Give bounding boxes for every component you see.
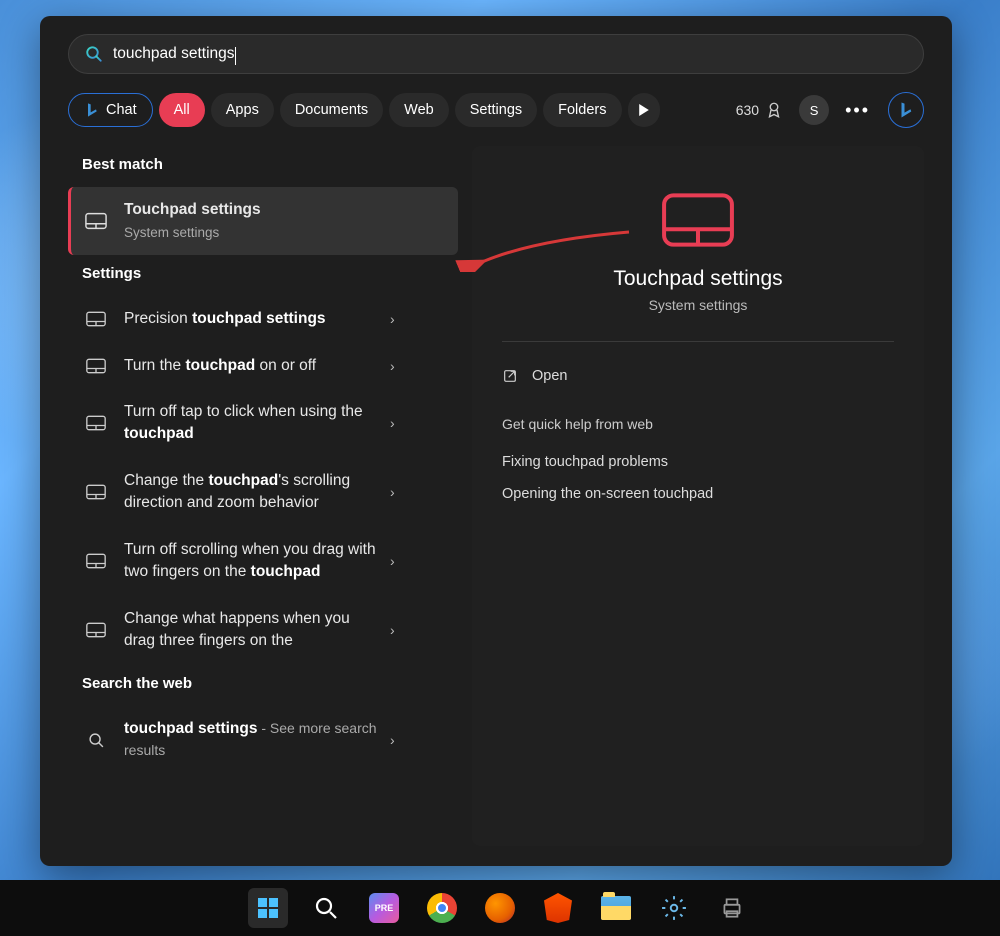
chevron-right-icon: › (390, 622, 395, 638)
bing-chat-icon (84, 102, 100, 118)
filter-chat[interactable]: Chat (68, 93, 153, 127)
preview-title: Touchpad settings (502, 267, 894, 291)
chevron-right-icon: › (390, 415, 395, 431)
help-link-onscreen[interactable]: Opening the on-screen touchpad (502, 478, 894, 510)
chevron-right-icon: › (390, 311, 395, 327)
more-options[interactable]: ••• (845, 100, 870, 121)
taskbar-search[interactable] (306, 888, 346, 928)
help-header: Get quick help from web (502, 416, 894, 432)
settings-result-5[interactable]: Change what happens when you drag three … (68, 596, 458, 665)
open-action[interactable]: Open (502, 364, 894, 388)
taskbar: PRE (0, 880, 1000, 936)
search-icon (85, 45, 103, 63)
taskbar-start[interactable] (248, 888, 288, 928)
taskbar-settings-app[interactable] (654, 888, 694, 928)
search-input[interactable]: touchpad settings (68, 34, 924, 74)
taskbar-explorer[interactable] (596, 888, 636, 928)
chevron-right-icon: › (390, 484, 395, 500)
printer-icon (719, 895, 745, 921)
taskbar-firefox[interactable] (480, 888, 520, 928)
chevron-right-icon: › (390, 732, 395, 748)
filter-all[interactable]: All (159, 93, 205, 127)
filter-folders[interactable]: Folders (543, 93, 621, 127)
search-taskbar-icon (314, 896, 338, 920)
search-query-text: touchpad settings (113, 45, 235, 63)
taskbar-printer[interactable] (712, 888, 752, 928)
windows-icon (256, 896, 280, 920)
user-avatar[interactable]: S (799, 95, 829, 125)
preview-subtitle: System settings (502, 297, 894, 313)
result-web-search[interactable]: touchpad settings - See more search resu… (68, 706, 458, 775)
touchpad-icon (86, 311, 106, 327)
settings-result-0[interactable]: Precision touchpad settings› (68, 296, 458, 342)
preview-panel: Touchpad settings System settings Open G… (472, 146, 924, 846)
play-icon (638, 104, 650, 116)
gear-icon (661, 895, 687, 921)
section-search-web: Search the web (82, 675, 458, 692)
touchpad-icon (86, 415, 106, 431)
taskbar-brave[interactable] (538, 888, 578, 928)
filter-settings[interactable]: Settings (455, 93, 537, 127)
chevron-right-icon: › (390, 358, 395, 374)
filter-web[interactable]: Web (389, 93, 449, 127)
taskbar-chrome[interactable] (422, 888, 462, 928)
open-icon (502, 368, 518, 384)
settings-result-1[interactable]: Turn the touchpad on or off› (68, 343, 458, 389)
search-small-icon (88, 732, 105, 749)
filter-apps[interactable]: Apps (211, 93, 274, 127)
section-best-match: Best match (82, 156, 458, 173)
result-touchpad-settings[interactable]: Touchpad settings System settings (68, 187, 458, 255)
filter-play[interactable] (628, 93, 660, 127)
touchpad-icon (85, 212, 107, 230)
settings-result-2[interactable]: Turn off tap to click when using the tou… (68, 389, 458, 458)
section-settings: Settings (82, 265, 458, 282)
touchpad-icon (86, 622, 106, 638)
chrome-icon (427, 893, 457, 923)
taskbar-app-pre[interactable]: PRE (364, 888, 404, 928)
results-column: Best match Touchpad settings System sett… (68, 146, 458, 846)
bing-icon (897, 101, 915, 119)
chevron-right-icon: › (390, 553, 395, 569)
help-link-fixing[interactable]: Fixing touchpad problems (502, 446, 894, 478)
touchpad-icon (86, 553, 106, 569)
folder-icon (601, 896, 631, 920)
start-search-window: touchpad settings Chat All Apps Document… (40, 16, 952, 866)
settings-result-4[interactable]: Turn off scrolling when you drag with tw… (68, 527, 458, 596)
divider (502, 341, 894, 342)
rewards-icon (765, 101, 783, 119)
touchpad-icon (86, 484, 106, 500)
touchpad-large-icon (661, 191, 735, 249)
filter-row: Chat All Apps Documents Web Settings Fol… (68, 92, 924, 128)
firefox-icon (485, 893, 515, 923)
touchpad-icon (86, 358, 106, 374)
rewards-points[interactable]: 630 (736, 101, 783, 119)
filter-documents[interactable]: Documents (280, 93, 383, 127)
brave-icon (544, 893, 572, 923)
settings-result-3[interactable]: Change the touchpad's scrolling directio… (68, 458, 458, 527)
bing-button[interactable] (888, 92, 924, 128)
